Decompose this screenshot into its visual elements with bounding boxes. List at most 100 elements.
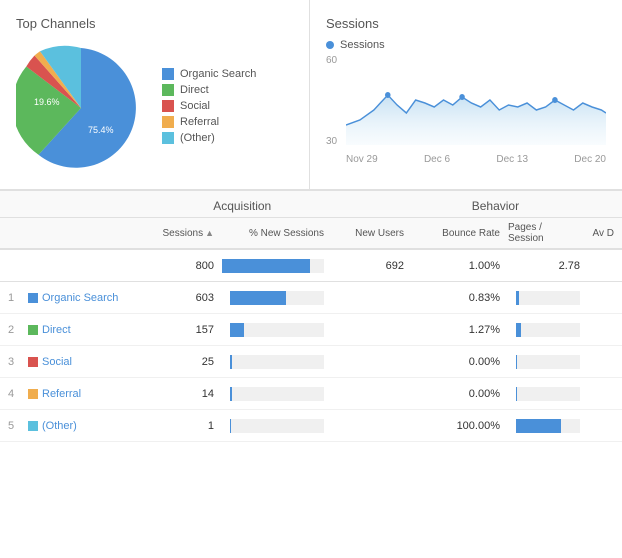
row-sessions: 157 bbox=[142, 324, 222, 336]
pie-label-754: 75.4% bbox=[88, 125, 114, 135]
bottom-table: Acquisition Behavior Sessions ▲ % New Se… bbox=[0, 190, 622, 442]
channel-color-dot bbox=[28, 421, 38, 431]
legend-dot-referral bbox=[162, 116, 174, 128]
legend-label-organic: Organic Search bbox=[180, 68, 256, 80]
column-headers: Sessions ▲ % New Sessions New Users Boun… bbox=[0, 218, 622, 250]
pie-chart: 75.4% 19.6% bbox=[16, 43, 146, 173]
legend-label-direct: Direct bbox=[180, 84, 209, 96]
x-label-nov29: Nov 29 bbox=[346, 154, 378, 165]
bounce-rate-col-label: Bounce Rate bbox=[442, 228, 500, 239]
row-name-3[interactable]: 3 Social bbox=[0, 356, 142, 368]
section-headers: Acquisition Behavior bbox=[0, 190, 622, 218]
row-sessions: 1 bbox=[142, 420, 222, 432]
total-sessions: 800 bbox=[142, 260, 222, 272]
row-new-sessions-bar bbox=[230, 419, 231, 433]
legend-dot-other bbox=[162, 132, 174, 144]
y-label-30: 30 bbox=[326, 136, 337, 147]
row-pages-cell bbox=[508, 387, 588, 401]
avg-col-label: Av D bbox=[593, 228, 615, 239]
col-sessions-header[interactable]: Sessions ▲ bbox=[142, 222, 222, 244]
row-new-sessions-cell bbox=[222, 323, 332, 337]
row-bounce-rate: 0.00% bbox=[428, 388, 508, 400]
row-sessions: 14 bbox=[142, 388, 222, 400]
row-pages-cell bbox=[508, 355, 588, 369]
col-avg-header: Av D bbox=[588, 222, 618, 244]
col-pages-header: Pages / Session bbox=[508, 222, 588, 244]
sort-arrow: ▲ bbox=[205, 228, 214, 238]
legend-item-social: Social bbox=[162, 100, 256, 112]
row-bounce-rate: 0.00% bbox=[428, 356, 508, 368]
col-bounce-header: Bounce Rate bbox=[428, 222, 508, 244]
sessions-title: Sessions bbox=[326, 16, 606, 31]
row-name-1[interactable]: 1 Organic Search bbox=[0, 292, 142, 304]
table-row: 5 (Other) 1 100.00% bbox=[0, 410, 622, 442]
total-row: 800 692 1.00% 2.78 bbox=[0, 250, 622, 282]
channel-name[interactable]: (Other) bbox=[42, 420, 77, 432]
row-bounce-rate: 1.27% bbox=[428, 324, 508, 336]
row-pages-bar-bg bbox=[516, 387, 580, 401]
row-new-sessions-bar bbox=[230, 291, 286, 305]
table-row: 1 Organic Search 603 0.83% bbox=[0, 282, 622, 314]
row-pages-bar bbox=[516, 291, 519, 305]
legend-item-organic: Organic Search bbox=[162, 68, 256, 80]
channel-name[interactable]: Social bbox=[42, 356, 72, 368]
total-pages-session: 2.78 bbox=[508, 260, 588, 272]
row-new-sessions-bar-bg bbox=[230, 419, 324, 433]
pie-label-196: 19.6% bbox=[34, 97, 60, 107]
row-number: 5 bbox=[8, 420, 24, 432]
row-number: 4 bbox=[8, 388, 24, 400]
x-label-dec6: Dec 6 bbox=[424, 154, 450, 165]
data-point-2 bbox=[459, 94, 465, 100]
table-row: 2 Direct 157 1.27% bbox=[0, 314, 622, 346]
legend-item-direct: Direct bbox=[162, 84, 256, 96]
acquisition-header: Acquisition bbox=[116, 199, 369, 213]
pie-chart-svg: 75.4% 19.6% bbox=[16, 43, 146, 173]
row-name-4[interactable]: 4 Referral bbox=[0, 388, 142, 400]
y-axis: 60 30 bbox=[326, 55, 337, 165]
row-new-sessions-bar-bg bbox=[230, 291, 324, 305]
behavior-header: Behavior bbox=[369, 199, 622, 213]
legend-dot-social bbox=[162, 100, 174, 112]
row-new-sessions-bar-bg bbox=[230, 355, 324, 369]
channel-name[interactable]: Referral bbox=[42, 388, 81, 400]
row-name-5[interactable]: 5 (Other) bbox=[0, 420, 142, 432]
row-pages-bar-bg bbox=[516, 291, 580, 305]
data-point-peak bbox=[385, 92, 391, 98]
row-pages-bar-bg bbox=[516, 355, 580, 369]
top-channels-panel: Top Channels 75.4% 19.6% bbox=[0, 0, 310, 189]
channel-color-dot bbox=[28, 357, 38, 367]
total-new-sessions-bar-bg bbox=[222, 259, 324, 273]
row-new-sessions-bar-bg bbox=[230, 387, 324, 401]
row-new-sessions-cell bbox=[222, 387, 332, 401]
row-new-sessions-bar bbox=[230, 387, 232, 401]
legend-label-social: Social bbox=[180, 100, 210, 112]
total-new-sessions-bar bbox=[222, 259, 310, 273]
channel-name[interactable]: Organic Search bbox=[42, 292, 118, 304]
row-new-sessions-bar bbox=[230, 355, 232, 369]
row-new-sessions-cell bbox=[222, 291, 332, 305]
row-pages-bar-bg bbox=[516, 323, 580, 337]
total-new-sessions-cell bbox=[222, 259, 332, 273]
pages-session-col-label: Pages / Session bbox=[508, 222, 580, 244]
top-channels-title: Top Channels bbox=[16, 16, 293, 31]
x-label-dec20: Dec 20 bbox=[574, 154, 606, 165]
chart-legend: Organic Search Direct Social Referral (O… bbox=[162, 68, 256, 148]
row-number: 2 bbox=[8, 324, 24, 336]
y-label-60: 60 bbox=[326, 55, 337, 66]
row-pages-bar bbox=[516, 419, 561, 433]
legend-dot-organic bbox=[162, 68, 174, 80]
area-fill bbox=[346, 95, 606, 145]
channel-name[interactable]: Direct bbox=[42, 324, 71, 336]
total-bounce-rate: 1.00% bbox=[428, 260, 508, 272]
row-new-sessions-bar-bg bbox=[230, 323, 324, 337]
new-users-col-label: New Users bbox=[355, 228, 404, 239]
data-point-3 bbox=[552, 97, 558, 103]
row-new-sessions-cell bbox=[222, 419, 332, 433]
row-name-2[interactable]: 2 Direct bbox=[0, 324, 142, 336]
sessions-panel: Sessions Sessions 60 30 bbox=[310, 0, 622, 189]
total-new-users: 692 bbox=[332, 260, 412, 272]
x-label-dec13: Dec 13 bbox=[496, 154, 528, 165]
channel-rows: 1 Organic Search 603 0.83% 2 Direct 157 bbox=[0, 282, 622, 442]
sessions-legend: Sessions bbox=[326, 39, 606, 51]
legend-label-other: (Other) bbox=[180, 132, 215, 144]
